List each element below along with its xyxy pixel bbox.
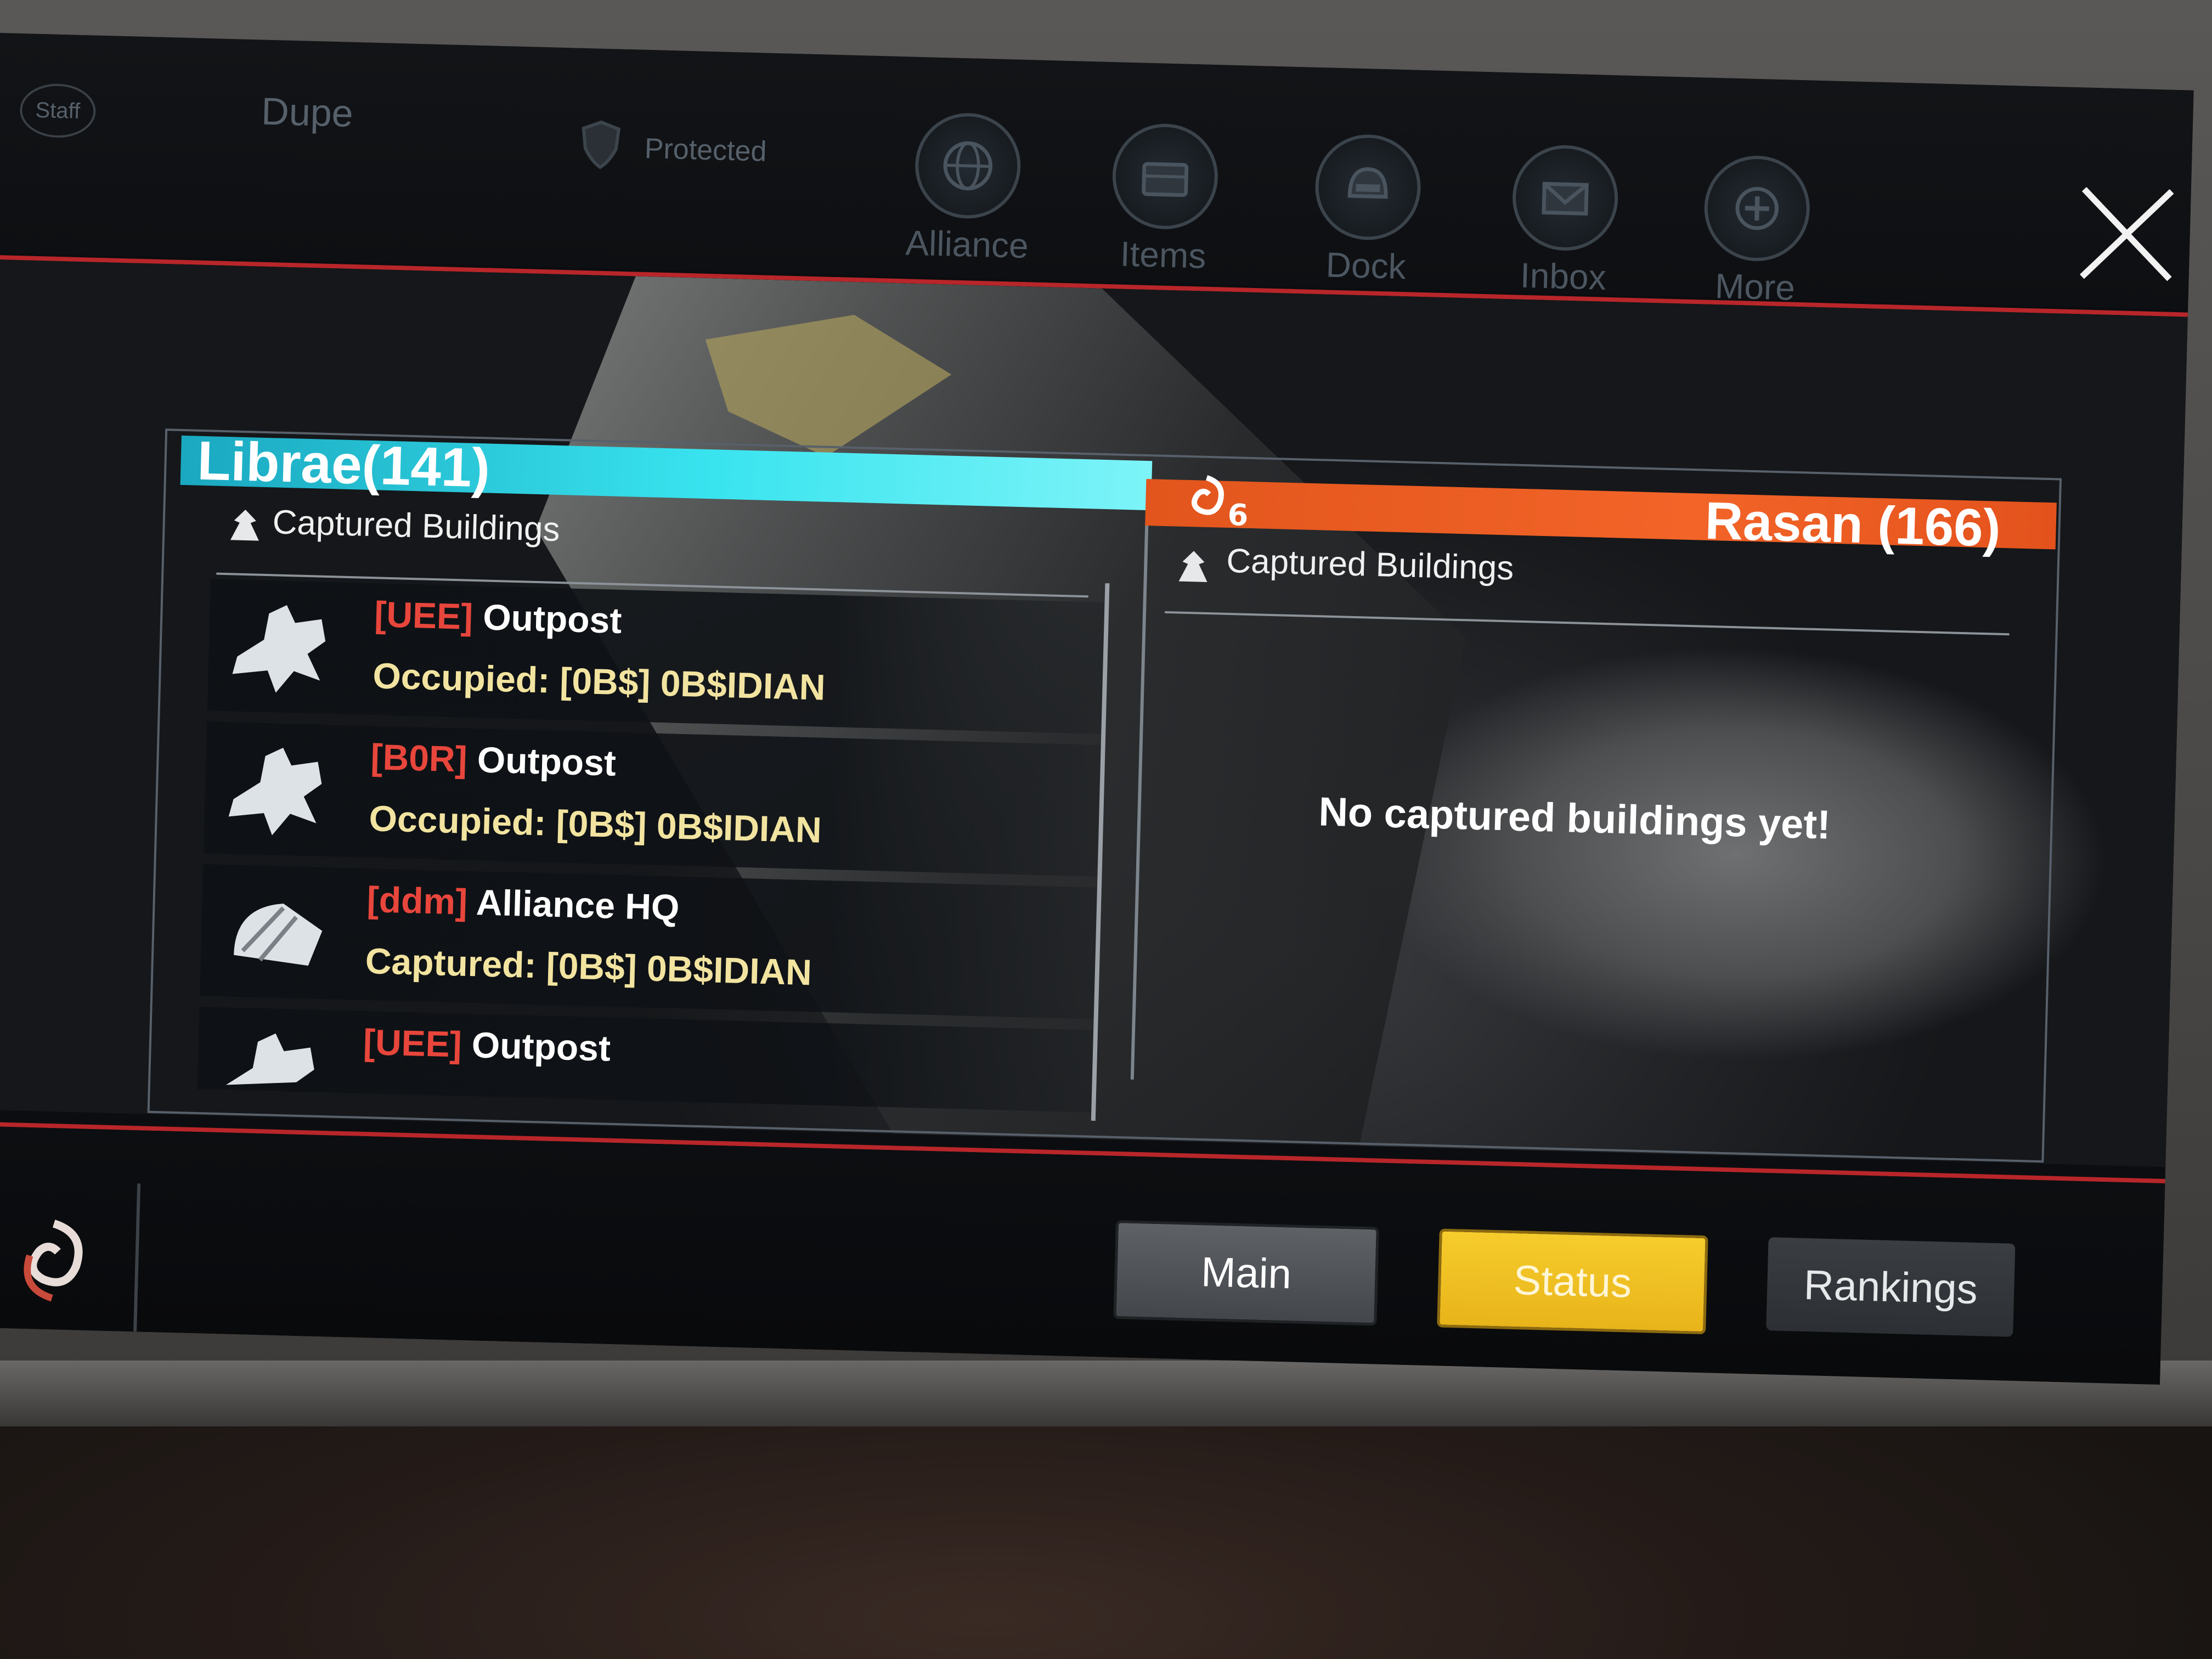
building-name: Alliance HQ	[476, 882, 680, 928]
player-name: Dupe	[261, 89, 354, 135]
building-title: [UEE] Outpost	[363, 1021, 611, 1069]
mail-icon	[1542, 182, 1589, 216]
protected-status: Protected	[644, 132, 768, 168]
alliance-tag: [B0R]	[370, 736, 468, 780]
left-panel-title: Librae(141)	[196, 430, 491, 499]
building-status: Captured: [0B$] 0B$IDIAN	[364, 940, 812, 993]
globe-icon	[943, 141, 992, 190]
chest-icon	[1142, 162, 1189, 197]
right-panel-title: Rasan (166)	[1704, 491, 2001, 558]
nav-label: Alliance	[905, 223, 1029, 266]
building-icon	[1178, 551, 1207, 582]
tab-status[interactable]: Status	[1437, 1228, 1708, 1335]
faction-number: 6	[1227, 497, 1249, 533]
staff-badge[interactable]: Staff	[19, 83, 97, 139]
building-status: Occupied: [0B$] 0B$IDIAN	[372, 655, 826, 708]
nav-items[interactable]: Items	[1102, 122, 1227, 277]
close-icon[interactable]	[2073, 180, 2180, 287]
spiral-icon[interactable]	[5, 1213, 100, 1308]
nav-label: Inbox	[1520, 255, 1607, 297]
alliance-tag: [ddm]	[366, 879, 469, 922]
helmet-icon	[1347, 167, 1388, 199]
building-name: Outpost	[482, 596, 623, 641]
alliance-tag: [UEE]	[363, 1021, 462, 1065]
plus-icon	[1735, 187, 1779, 230]
outpost-icon	[232, 605, 326, 693]
nav-label: Dock	[1325, 245, 1407, 287]
nav-inbox[interactable]: Inbox	[1502, 144, 1627, 298]
nav-alliance[interactable]: Alliance	[905, 111, 1030, 266]
building-status: Occupied: [0B$] 0B$IDIAN	[368, 798, 822, 850]
spiral-icon	[1192, 475, 1224, 515]
list-item[interactable]: [UEE] Outpost Occupied: [0B$] 0B$IDIAN	[207, 579, 1105, 734]
tab-rankings[interactable]: Rankings	[1766, 1237, 2016, 1337]
nav-more[interactable]: More	[1694, 154, 1819, 309]
building-title: [ddm] Alliance HQ	[366, 878, 680, 928]
alliance-tag: [UEE]	[374, 594, 474, 637]
building-title: [UEE] Outpost	[374, 593, 623, 641]
shield-icon	[582, 120, 621, 170]
left-subtitle: Captured Buildings	[272, 503, 561, 549]
list-item[interactable]: [ddm] Alliance HQ Captured: [0B$] 0B$IDI…	[200, 864, 1097, 1019]
outpost-icon	[228, 747, 322, 836]
outpost-icon	[225, 1033, 314, 1085]
nav-dock[interactable]: Dock	[1305, 133, 1430, 288]
list-item[interactable]: [B0R] Outpost Occupied: [0B$] 0B$IDIAN	[203, 721, 1101, 877]
nav-label: Items	[1119, 234, 1207, 276]
game-screen: Staff Dupe Protected Alliance Items Dock…	[0, 33, 2194, 1385]
building-title: [B0R] Outpost	[370, 736, 617, 784]
alliance-hq-icon	[234, 904, 323, 966]
building-icon	[230, 510, 259, 541]
right-subtitle: Captured Buildings	[1226, 541, 1515, 588]
building-name: Outpost	[471, 1024, 611, 1069]
tab-main[interactable]: Main	[1113, 1220, 1379, 1326]
staff-label: Staff	[35, 98, 81, 123]
building-name: Outpost	[477, 739, 617, 783]
